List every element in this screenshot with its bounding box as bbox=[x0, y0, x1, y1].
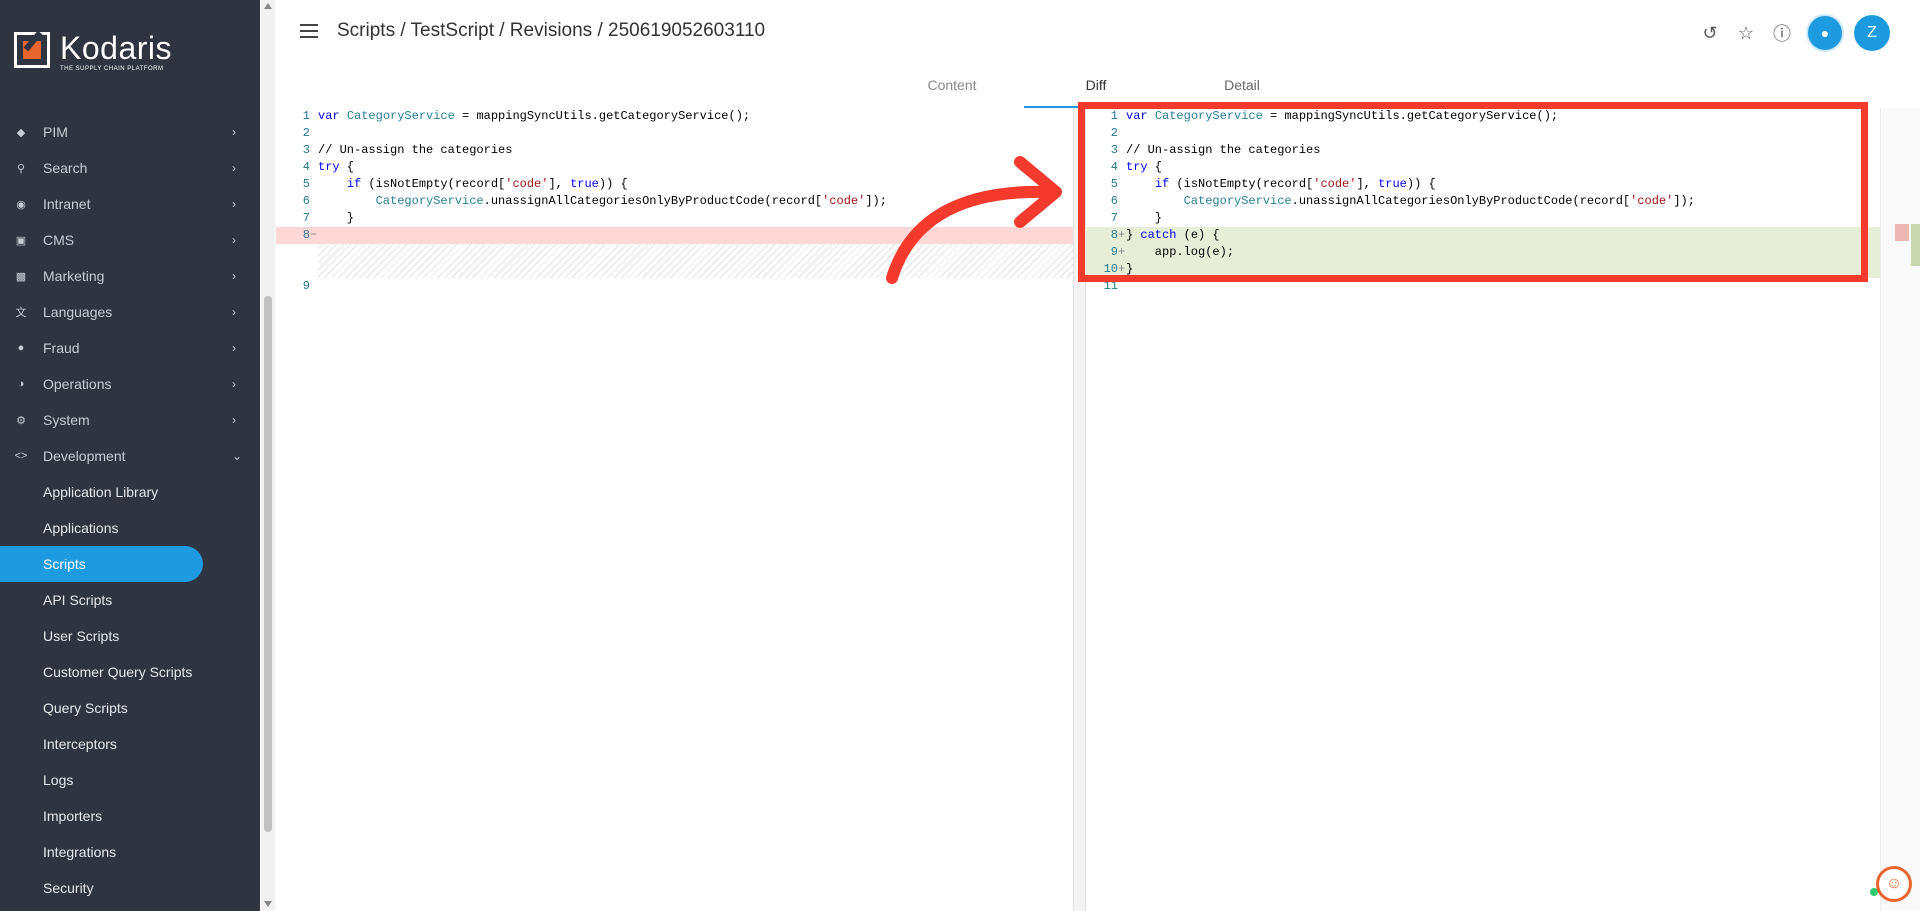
sidebar-subitem-interceptors[interactable]: Interceptors bbox=[0, 726, 260, 762]
sidebar-item-languages[interactable]: 文 Languages › bbox=[0, 294, 260, 330]
sidebar-item-fraud[interactable]: ● Fraud › bbox=[0, 330, 260, 366]
header-actions: ↺ ☆ ⓘ ● Z bbox=[1692, 14, 1890, 52]
sidebar-item-operations[interactable]: ◑ Operations › bbox=[0, 366, 260, 402]
chevron-right-icon: › bbox=[232, 161, 236, 175]
sidebar-item-cms[interactable]: ▣ CMS › bbox=[0, 222, 260, 258]
assistant-bot-icon[interactable]: ● bbox=[1806, 14, 1844, 52]
overview-addition-marker bbox=[1911, 224, 1920, 266]
palette-icon: ◑ bbox=[17, 378, 25, 390]
scroll-up-icon[interactable] bbox=[264, 3, 272, 9]
sidebar-item-pim[interactable]: ◆ PIM › bbox=[0, 114, 260, 150]
sidebar-subitem-scripts[interactable]: Scripts bbox=[0, 546, 203, 582]
avatar[interactable]: Z bbox=[1854, 15, 1890, 51]
sidebar-subitem-integrations[interactable]: Integrations bbox=[0, 834, 260, 870]
globe-icon: ◉ bbox=[16, 198, 26, 211]
code-line: 1 var CategoryService = mappingSyncUtils.… bbox=[302, 109, 751, 123]
search-icon: ⚲ bbox=[16, 162, 26, 175]
sidebar-item-label: Development bbox=[43, 448, 126, 464]
overview-deletion-marker bbox=[1895, 224, 1909, 241]
gear-icon: ⚙ bbox=[16, 414, 26, 427]
sidebar-item-label: Languages bbox=[43, 304, 113, 320]
history-icon[interactable]: ↺ bbox=[1692, 15, 1728, 51]
logo-name: Kodaris bbox=[60, 30, 172, 66]
help-icon[interactable]: ⓘ bbox=[1764, 15, 1800, 51]
sidebar-item-label: Marketing bbox=[43, 268, 105, 284]
sidebar-scrollbar-thumb[interactable] bbox=[264, 296, 272, 832]
sidebar-item-label: PIM bbox=[43, 124, 68, 140]
sidebar-item-search[interactable]: ⚲ Search › bbox=[0, 150, 260, 186]
sidebar-item-system[interactable]: ⚙ System › bbox=[0, 402, 260, 438]
page-header: Scripts / TestScript / Revisions / 25061… bbox=[276, 0, 1920, 66]
sidebar-subitem-api-scripts[interactable]: API Scripts bbox=[0, 582, 260, 618]
sidebar-item-label: CMS bbox=[43, 232, 75, 248]
chevron-right-icon: › bbox=[232, 233, 236, 247]
sidebar-item-label: System bbox=[43, 412, 90, 428]
annotation-arrow-icon bbox=[886, 156, 1062, 284]
chevron-down-icon: ⌄ bbox=[232, 449, 243, 463]
sidebar-item-label: Intranet bbox=[43, 196, 91, 212]
code-icon: <> bbox=[14, 450, 28, 462]
scroll-down-icon[interactable] bbox=[264, 901, 272, 907]
code-line: 2 bbox=[302, 126, 310, 140]
chevron-right-icon: › bbox=[232, 305, 236, 319]
chevron-right-icon: › bbox=[232, 269, 236, 283]
sidebar-subitem-user-scripts[interactable]: User Scripts bbox=[0, 618, 260, 654]
tag-icon: ◆ bbox=[16, 126, 26, 139]
tab-content[interactable]: Content bbox=[880, 72, 1024, 106]
sidebar-subitem-importers[interactable]: Importers bbox=[0, 798, 260, 834]
logo-tagline: THE SUPPLY CHAIN PLATFORM bbox=[60, 66, 164, 72]
annotation-highlight-box bbox=[1078, 102, 1868, 282]
card-icon: ▩ bbox=[15, 270, 27, 283]
sidebar-scrollbar[interactable] bbox=[261, 0, 275, 911]
sidebar-item-development[interactable]: <> Development ⌄ bbox=[0, 438, 260, 474]
chevron-right-icon: › bbox=[232, 125, 236, 139]
chevron-right-icon: › bbox=[232, 377, 236, 391]
translate-icon: 文 bbox=[15, 307, 27, 319]
tab-detail[interactable]: Detail bbox=[1170, 72, 1314, 106]
chevron-right-icon: › bbox=[232, 197, 236, 211]
sidebar-subitem-customer-query-scripts[interactable]: Customer Query Scripts bbox=[0, 654, 260, 690]
sidebar-item-marketing[interactable]: ▩ Marketing › bbox=[0, 258, 260, 294]
sidebar-item-label: Operations bbox=[43, 376, 112, 392]
sidebar-subitem-security[interactable]: Security bbox=[0, 870, 260, 906]
sidebar-subitem-logs[interactable]: Logs bbox=[0, 762, 260, 798]
window-icon: ▣ bbox=[15, 234, 27, 247]
sidebar-nav: ◆ PIM › ⚲ Search › ◉ Intranet › ▣ CMS › … bbox=[0, 114, 260, 906]
menu-icon[interactable] bbox=[300, 24, 318, 42]
sidebar-subitem-application-library[interactable]: Application Library bbox=[0, 474, 260, 510]
kodaris-logo[interactable]: Kodaris THE SUPPLY CHAIN PLATFORM bbox=[14, 30, 172, 72]
breadcrumb: Scripts / TestScript / Revisions / 25061… bbox=[337, 20, 766, 41]
chat-support-icon[interactable]: ☺ bbox=[1876, 866, 1912, 902]
sidebar-subitem-applications[interactable]: Applications bbox=[0, 510, 260, 546]
sidebar: Kodaris THE SUPPLY CHAIN PLATFORM ◆ PIM … bbox=[0, 0, 260, 911]
chevron-right-icon: › bbox=[232, 341, 236, 355]
alert-icon: ● bbox=[17, 342, 25, 354]
sidebar-item-label: Fraud bbox=[43, 340, 80, 356]
sidebar-subitem-query-scripts[interactable]: Query Scripts bbox=[0, 690, 260, 726]
sidebar-item-label: Search bbox=[43, 160, 88, 176]
chevron-right-icon: › bbox=[232, 413, 236, 427]
diff-overview-ruler[interactable] bbox=[1880, 108, 1920, 911]
logo-mark-icon bbox=[14, 30, 54, 72]
star-icon[interactable]: ☆ bbox=[1728, 15, 1764, 51]
sidebar-item-intranet[interactable]: ◉ Intranet › bbox=[0, 186, 260, 222]
